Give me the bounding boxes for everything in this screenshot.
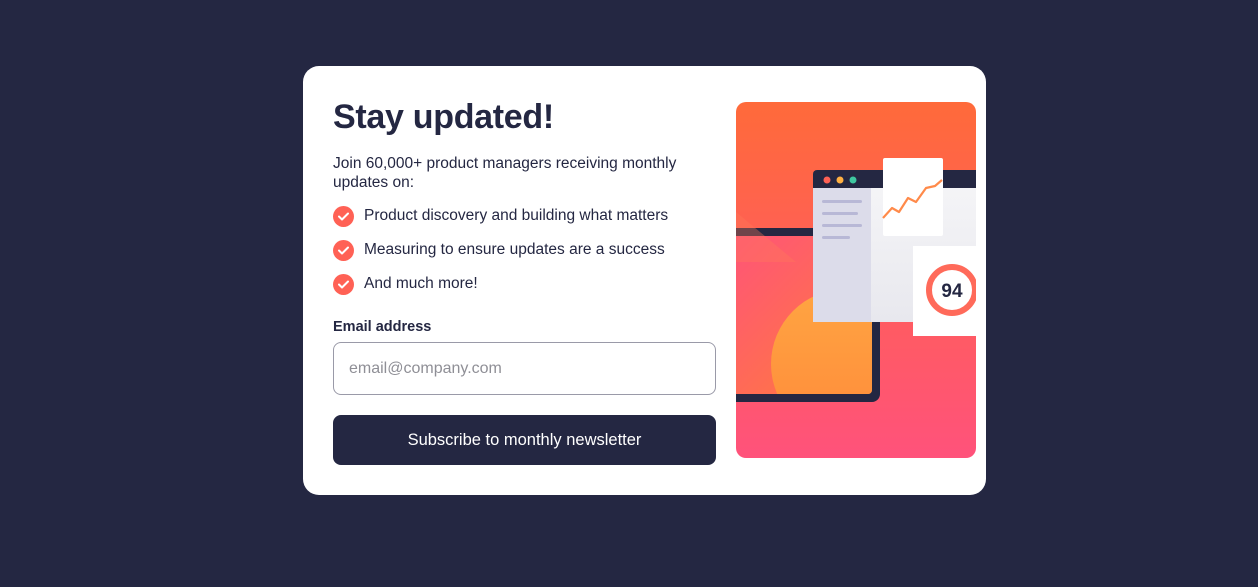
feature-list: Product discovery and building what matt… <box>333 205 669 308</box>
check-icon <box>333 273 354 295</box>
email-label: Email address <box>333 319 432 335</box>
check-icon <box>333 239 354 261</box>
newsletter-card: Stay updated! Join 60,000+ product manag… <box>303 66 986 495</box>
check-icon <box>333 205 354 227</box>
card-title: Stay updated! <box>333 98 554 136</box>
score-text: 94 <box>941 281 963 302</box>
feature-text: And much more! <box>364 275 478 292</box>
feature-item: Product discovery and building what matt… <box>333 205 669 227</box>
feature-text: Measuring to ensure updates are a succes… <box>364 241 665 258</box>
email-field[interactable] <box>333 342 716 395</box>
feature-text: Product discovery and building what matt… <box>364 207 669 224</box>
dashboard-illustration: 94 <box>736 102 976 458</box>
subscribe-button[interactable]: Subscribe to monthly newsletter <box>333 415 716 465</box>
card-intro: Join 60,000+ product managers receiving … <box>333 155 677 191</box>
feature-item: Measuring to ensure updates are a succes… <box>333 239 668 261</box>
feature-item: And much more! <box>333 273 668 295</box>
